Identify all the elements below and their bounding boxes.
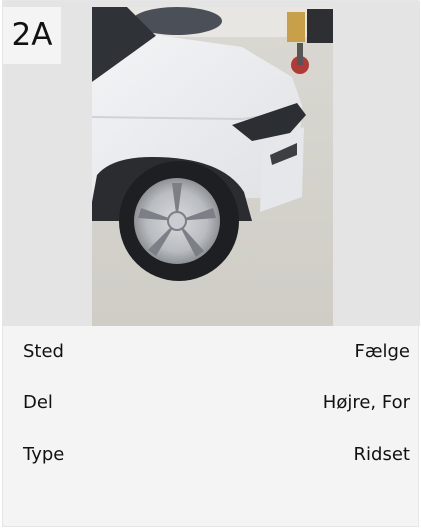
detail-label: Type: [23, 444, 65, 465]
detail-value: Ridset: [353, 444, 410, 465]
detail-value: Højre, For: [322, 392, 410, 413]
damage-details: Sted Fælge Del Højre, For Type Ridset: [3, 326, 420, 526]
detail-value: Fælge: [354, 341, 410, 362]
damage-photo[interactable]: [92, 7, 333, 326]
damage-card[interactable]: 2A Sted Fælge Del Højre, For Type Ridset: [2, 0, 420, 527]
damage-id-badge: 2A: [3, 7, 61, 64]
detail-row-part: Del Højre, For: [23, 388, 410, 418]
photo-area: 2A: [3, 1, 420, 326]
car-wheel-image: [92, 7, 333, 326]
detail-label: Del: [23, 392, 53, 413]
detail-label: Sted: [23, 341, 64, 362]
detail-row-type: Type Ridset: [23, 440, 410, 470]
detail-row-location: Sted Fælge: [23, 337, 410, 367]
